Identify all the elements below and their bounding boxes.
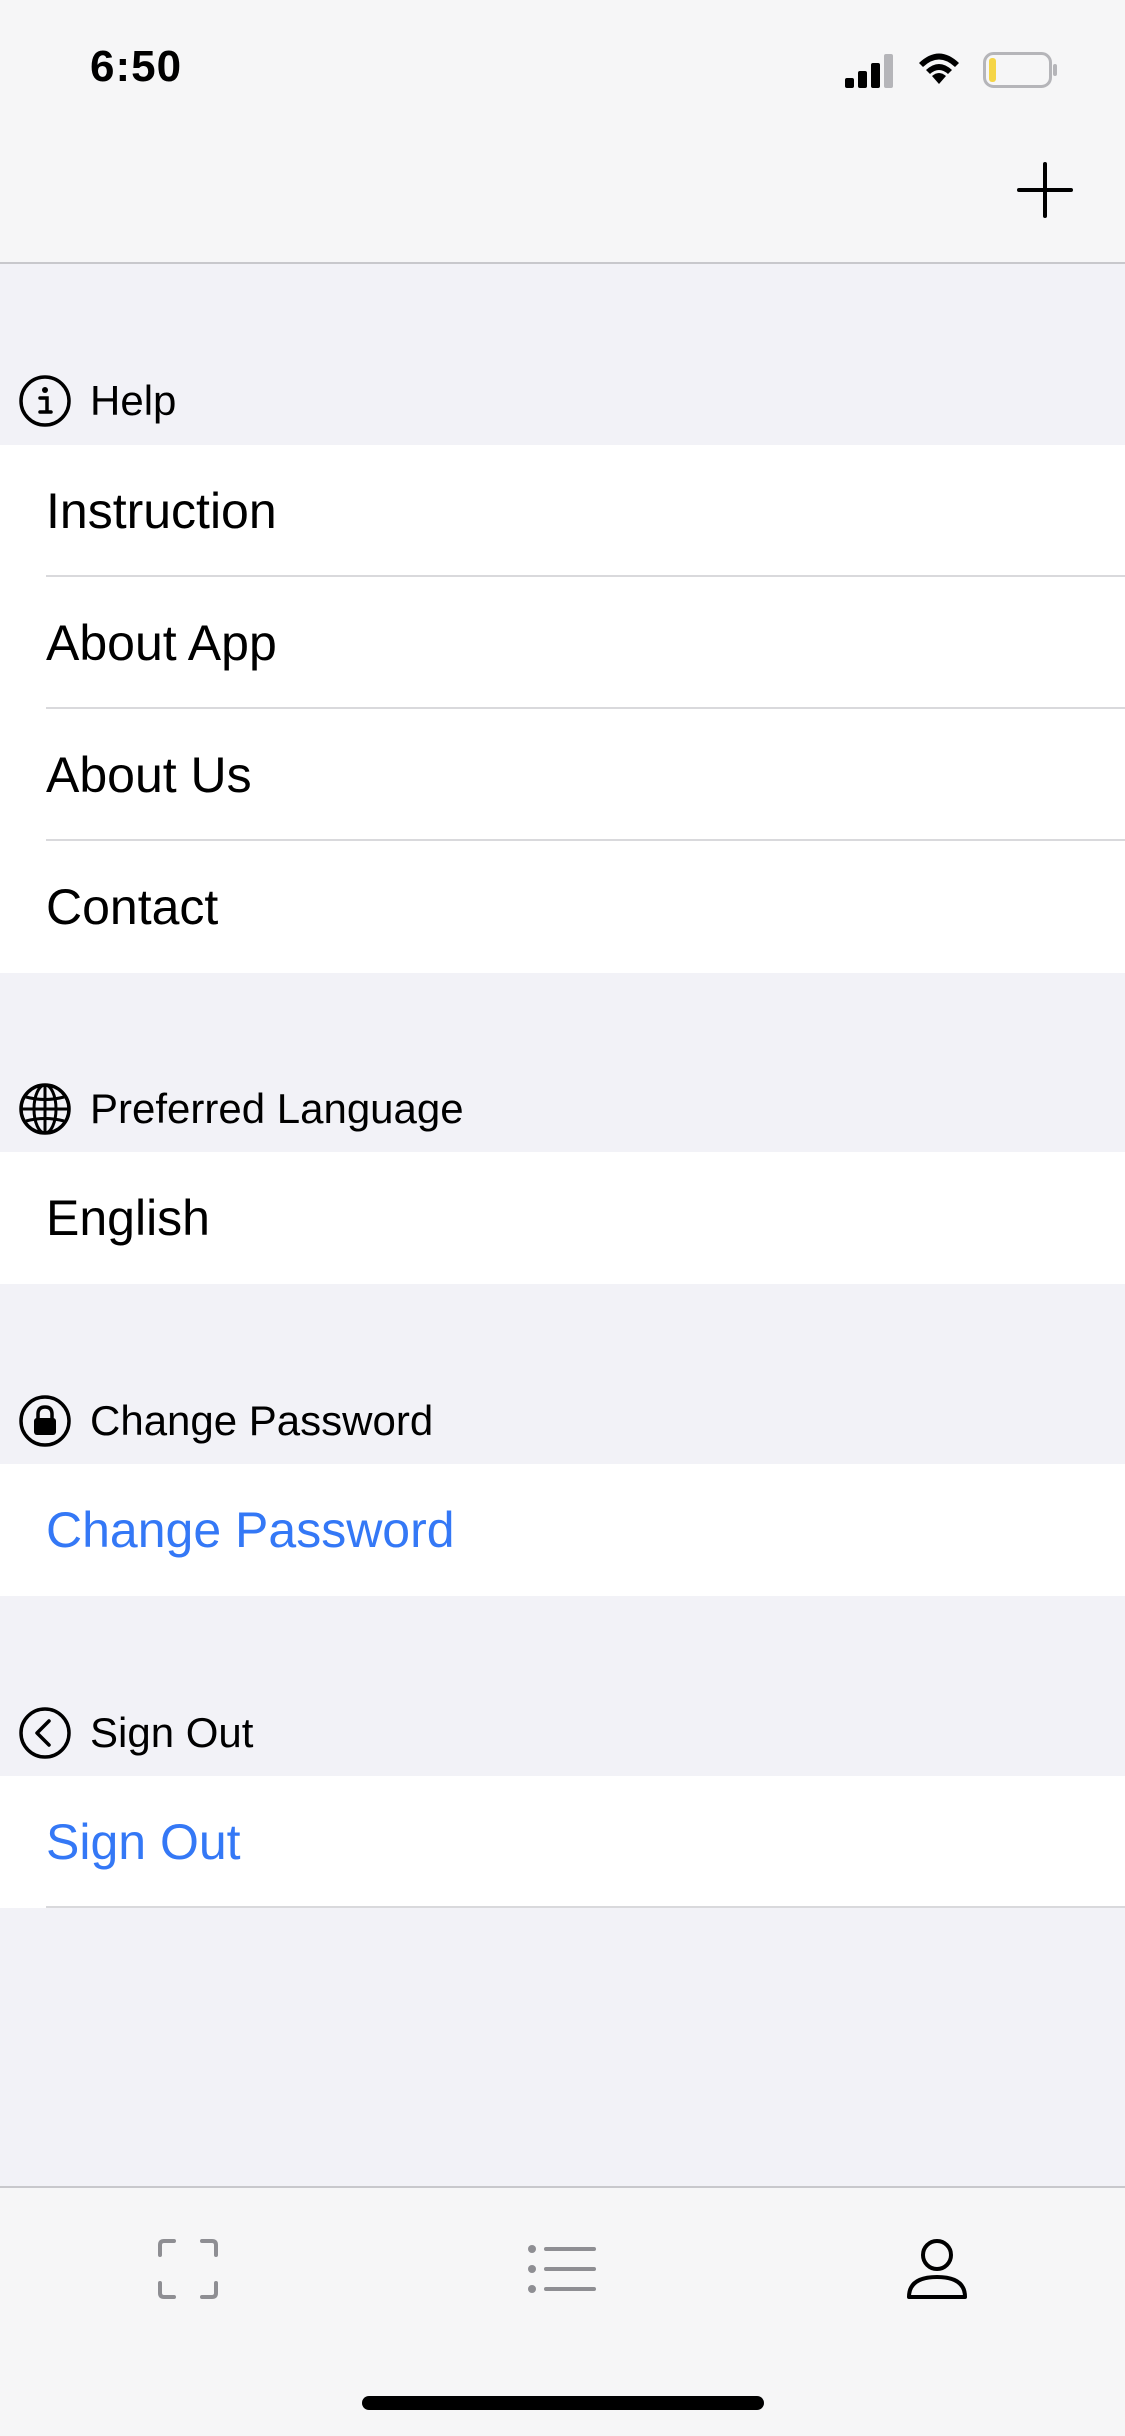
language-group: English <box>0 1152 1125 1284</box>
person-icon <box>907 2239 967 2299</box>
sign-out-button[interactable]: Sign Out <box>0 1776 1125 1908</box>
list-item-instruction[interactable]: Instruction <box>0 445 1125 577</box>
list-item-language[interactable]: English <box>0 1152 1125 1284</box>
status-time: 6:50 <box>90 42 183 91</box>
list-item-about-us[interactable]: About Us <box>0 709 1125 841</box>
list-item-contact[interactable]: Contact <box>0 841 1125 973</box>
chevron-left-circle-icon <box>19 1707 71 1759</box>
battery-icon <box>983 52 1057 88</box>
globe-icon <box>19 1083 71 1135</box>
help-group: Instruction About App About Us Contact <box>0 445 1125 973</box>
plus-icon[interactable] <box>1017 162 1073 218</box>
list-icon <box>528 2245 596 2293</box>
row-label: Instruction <box>46 483 277 539</box>
cellular-signal-icon <box>845 54 893 88</box>
wifi-icon <box>919 53 959 84</box>
tab-profile[interactable] <box>877 2214 997 2324</box>
password-group: Change Password <box>0 1464 1125 1596</box>
section-header-language: Preferred Language <box>0 1078 1125 1138</box>
lock-circle-icon <box>19 1395 71 1447</box>
navigation-bar: 6:50 <box>0 0 1125 264</box>
row-label: Contact <box>46 879 219 935</box>
section-title-password: Change Password <box>90 1397 434 1444</box>
scan-frame-icon <box>158 2239 218 2299</box>
section-title-language: Preferred Language <box>90 1085 464 1132</box>
signout-group: Sign Out <box>0 1776 1125 1908</box>
section-header-password: Change Password <box>0 1390 1125 1450</box>
status-icons <box>845 48 1085 92</box>
section-title-signout: Sign Out <box>90 1709 254 1756</box>
language-value: English <box>46 1190 210 1246</box>
sign-out-label: Sign Out <box>46 1814 241 1870</box>
change-password-label: Change Password <box>46 1502 455 1558</box>
divider <box>46 1906 1125 1908</box>
home-indicator <box>362 2396 764 2410</box>
tab-list[interactable] <box>502 2214 622 2324</box>
change-password-button[interactable]: Change Password <box>0 1464 1125 1596</box>
section-header-help: Help <box>0 370 1125 430</box>
info-circle-icon <box>19 375 71 427</box>
section-title-help: Help <box>90 377 177 424</box>
tab-scan[interactable] <box>128 2214 248 2324</box>
row-label: About App <box>46 615 277 671</box>
section-header-signout: Sign Out <box>0 1702 1125 1762</box>
list-item-about-app[interactable]: About App <box>0 577 1125 709</box>
row-label: About Us <box>46 747 252 803</box>
